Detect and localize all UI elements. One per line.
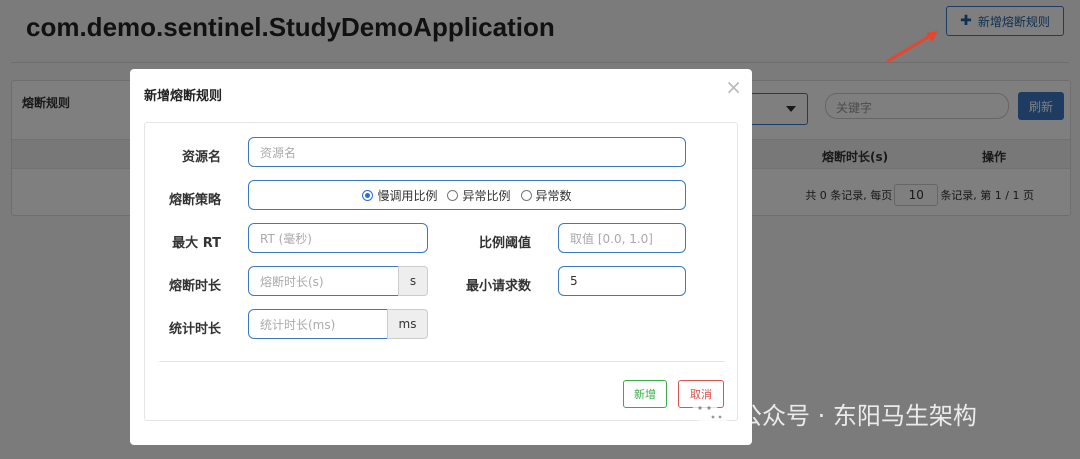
max-rt-input[interactable]: RT (毫秒) (248, 223, 428, 253)
radio-icon (447, 189, 459, 201)
close-icon[interactable]: × (725, 75, 742, 99)
strategy-label: 熔断策略 (168, 193, 221, 208)
resource-label: 资源名 (181, 150, 221, 165)
radio-checked-icon (362, 189, 374, 201)
resource-input[interactable]: 资源名 (248, 137, 686, 167)
radio-icon (520, 189, 532, 201)
stat-label: 统计时长 (168, 322, 221, 337)
duration-label: 熔断时长 (168, 279, 221, 294)
strategy-option-exception-ratio[interactable]: 异常比例 (447, 187, 511, 204)
watermark: 公众号 · 东阳马生架构 (690, 396, 977, 431)
stat-unit: ms (387, 309, 428, 339)
min-request-label: 最小请求数 (465, 279, 531, 294)
stat-input[interactable]: 统计时长(ms) (248, 309, 388, 339)
add-rule-dialog: 新增熔断规则 × 资源名 资源名 熔断策略 慢调用比例 异常比例 异常数 最大 … (130, 69, 752, 445)
annotation-arrow-icon (886, 31, 938, 63)
wechat-icon (692, 399, 727, 427)
ratio-label: 比例阈值 (478, 236, 531, 251)
strategy-option-label: 慢调用比例 (377, 188, 438, 203)
min-request-input[interactable]: 5 (558, 266, 686, 296)
dialog-form: 资源名 资源名 熔断策略 慢调用比例 异常比例 异常数 最大 RT RT (毫秒… (144, 122, 738, 421)
strategy-option-label: 异常数 (535, 188, 572, 203)
duration-unit: s (398, 266, 428, 296)
max-rt-label: 最大 RT (172, 236, 221, 251)
dialog-title: 新增熔断规则 (144, 89, 223, 104)
watermark-text: 公众号 · 东阳马生架构 (738, 402, 977, 430)
form-divider (159, 361, 725, 362)
duration-input[interactable]: 熔断时长(s) (248, 266, 399, 296)
strategy-radio-group: 慢调用比例 异常比例 异常数 (248, 180, 686, 210)
strategy-option-exception-count[interactable]: 异常数 (520, 187, 572, 204)
ratio-input[interactable]: 取值 [0.0, 1.0] (558, 223, 686, 253)
add-button[interactable]: 新增 (623, 380, 667, 408)
strategy-option-label: 异常比例 (462, 188, 511, 203)
strategy-option-slow[interactable]: 慢调用比例 (362, 187, 437, 204)
